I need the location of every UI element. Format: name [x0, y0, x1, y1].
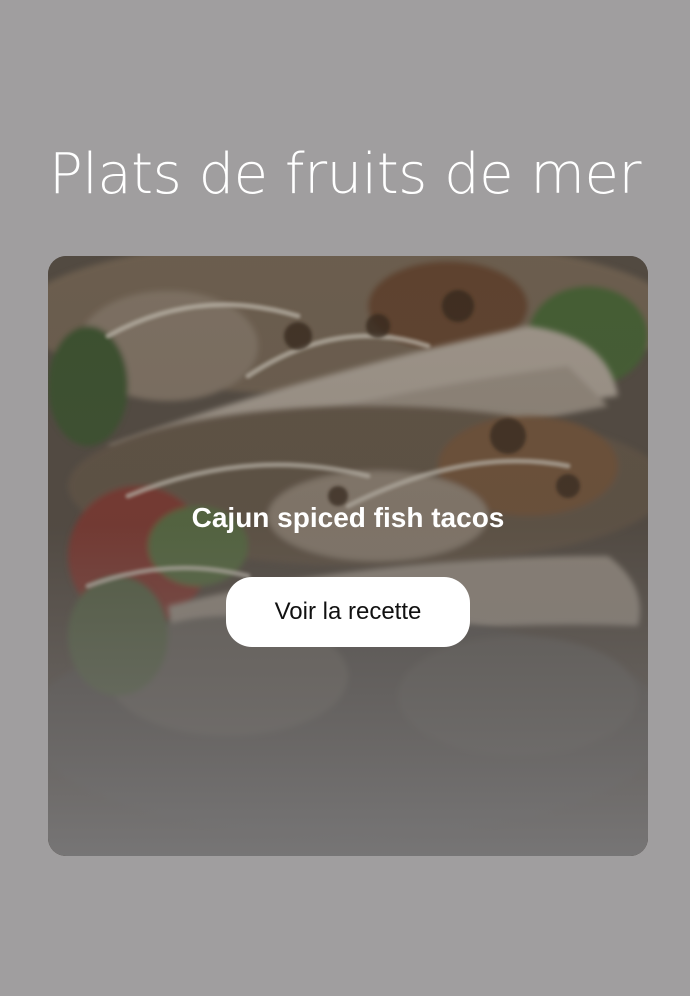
card-overlay — [48, 256, 648, 856]
recipe-name: Cajun spiced fish tacos — [191, 502, 505, 533]
recipe-card[interactable]: Cajun spiced fish tacos Voir la recette — [48, 256, 648, 856]
section-title: Plats de fruits de mer — [49, 142, 641, 207]
page: Plats de fruits de mer Cajun spiced fish… — [0, 0, 690, 996]
view-recipe-button[interactable]: Voir la recette — [226, 577, 470, 647]
